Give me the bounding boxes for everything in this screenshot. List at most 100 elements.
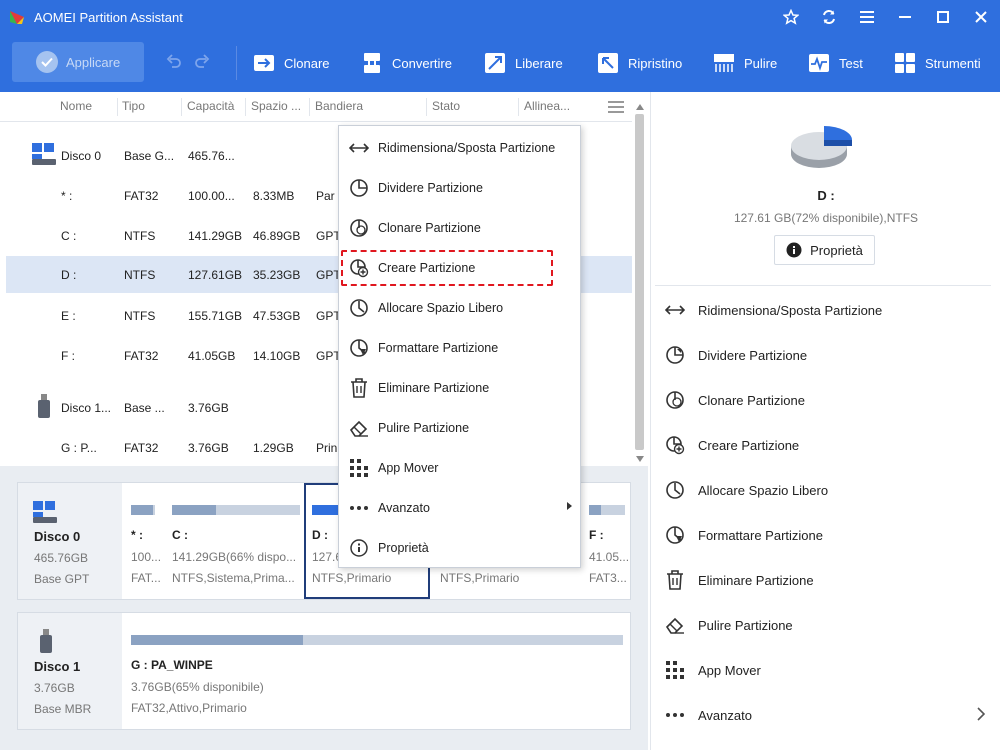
partition-label: G : PA_WINPE: [131, 658, 213, 672]
row-flag: GPT: [316, 309, 341, 323]
scrollbar-thumb[interactable]: [635, 114, 644, 450]
refresh-icon[interactable]: [810, 0, 848, 34]
disk1-info: Disco 1 3.76GB Base MBR: [18, 613, 122, 729]
menu-item-clone[interactable]: Clonare Partizione: [339, 208, 580, 248]
trash-icon: [665, 570, 685, 590]
minimize-icon[interactable]: [886, 0, 924, 34]
col-header-capacity[interactable]: Capacità: [187, 99, 234, 113]
toolbar-free-up-button[interactable]: Liberare: [484, 51, 563, 75]
col-header-status[interactable]: Stato: [432, 99, 460, 113]
toolbar: Applicare Clonare Convertire Liberare Ri…: [0, 34, 1000, 92]
scroll-up-icon[interactable]: [636, 104, 644, 110]
partition-block[interactable]: G : PA_WINPE 3.76GB(65% disponibile) FAT…: [123, 613, 631, 729]
usage-fill: [131, 505, 153, 515]
toolbar-convert-button[interactable]: Convertire: [361, 51, 452, 75]
app-logo-icon: [10, 11, 24, 24]
favorite-star-icon[interactable]: [772, 0, 810, 34]
menu-item-delete[interactable]: Eliminare Partizione: [339, 368, 580, 408]
toolbar-tools-label: Strumenti: [925, 55, 981, 71]
wipe-icon: [714, 54, 734, 72]
col-header-free[interactable]: Spazio ...: [251, 99, 301, 113]
op-split[interactable]: Dividere Partizione: [665, 343, 985, 367]
op-wipe[interactable]: Pulire Partizione: [665, 613, 985, 637]
apply-button[interactable]: Applicare: [12, 42, 144, 82]
highlight-dashed-box: [341, 250, 553, 286]
title-bar: AOMEI Partition Assistant: [0, 0, 1000, 34]
menu-item-wipe[interactable]: Pulire Partizione: [339, 408, 580, 448]
op-clone[interactable]: Clonare Partizione: [665, 388, 985, 412]
resize-icon: [665, 300, 685, 320]
row-capacity: 155.71GB: [188, 309, 243, 323]
vertical-scrollbar[interactable]: [632, 104, 648, 464]
disk-icon: [33, 501, 57, 523]
undo-icon[interactable]: [166, 53, 182, 69]
menu-icon[interactable]: [848, 0, 886, 34]
menu-item-app-mover[interactable]: App Mover: [339, 448, 580, 488]
properties-button[interactable]: Proprietà: [774, 235, 875, 265]
op-resize[interactable]: Ridimensiona/Sposta Partizione: [665, 298, 985, 322]
close-icon[interactable]: [962, 0, 1000, 34]
col-header-align[interactable]: Allinea...: [524, 99, 570, 113]
row-flag: Par: [316, 189, 335, 203]
op-create[interactable]: Creare Partizione: [665, 433, 985, 457]
op-delete[interactable]: Eliminare Partizione: [665, 568, 985, 592]
row-free: 14.10GB: [253, 349, 301, 363]
columns-menu-icon[interactable]: [608, 101, 624, 113]
partition-label: D :: [312, 528, 328, 542]
row-name: C :: [61, 229, 77, 243]
toolbar-clone-label: Clonare: [284, 55, 330, 71]
menu-item-allocate[interactable]: Allocare Spazio Libero: [339, 288, 580, 328]
row-flag: GPT: [316, 229, 341, 243]
maximize-icon[interactable]: [924, 0, 962, 34]
row-capacity: 127.61GB: [188, 268, 243, 282]
col-header-name[interactable]: Nome: [60, 99, 92, 113]
toolbar-recovery-label: Ripristino: [628, 55, 683, 71]
op-allocate[interactable]: Allocare Spazio Libero: [665, 478, 985, 502]
disk1-card[interactable]: Disco 1 3.76GB Base MBR G : PA_WINPE 3.7…: [17, 612, 631, 730]
disk0-name: Disco 0: [34, 529, 81, 544]
op-label: Formattare Partizione: [698, 527, 823, 543]
op-advanced[interactable]: Avanzato: [665, 703, 985, 727]
menu-item-label: Eliminare Partizione: [378, 381, 490, 395]
toolbar-test-button[interactable]: Test: [808, 51, 863, 75]
toolbar-wipe-button[interactable]: Pulire: [713, 51, 777, 75]
menu-item-properties[interactable]: Proprietà: [339, 528, 580, 568]
redo-icon[interactable]: [194, 53, 210, 69]
menu-item-advanced[interactable]: Avanzato: [339, 488, 580, 528]
toolbar-test-label: Test: [839, 55, 863, 71]
checkmark-icon: [36, 51, 58, 73]
op-format[interactable]: Formattare Partizione: [665, 523, 985, 547]
row-capacity: 3.76GB: [188, 401, 229, 415]
app-mover-icon: [665, 660, 685, 680]
split-icon: [349, 178, 369, 198]
menu-item-label: Clonare Partizione: [378, 221, 481, 235]
toolbar-clone-button[interactable]: Clonare: [253, 51, 330, 75]
op-label: Ridimensiona/Sposta Partizione: [698, 302, 883, 318]
partition-block[interactable]: C : 141.29GB(66% dispo... NTFS,Sistema,P…: [164, 483, 302, 599]
partition-block[interactable]: F : 41.05... FAT3...: [581, 483, 631, 599]
partition-detail: FAT3...: [589, 571, 627, 585]
menu-item-format[interactable]: Formattare Partizione: [339, 328, 580, 368]
op-app-mover[interactable]: App Mover: [665, 658, 985, 682]
row-type: FAT32: [124, 349, 159, 363]
disk-usage-pie-icon: [791, 126, 852, 168]
toolbar-tools-button[interactable]: Strumenti: [894, 51, 981, 75]
trash-icon: [349, 378, 369, 398]
menu-item-label: Pulire Partizione: [378, 421, 470, 435]
toolbar-separator: [236, 46, 237, 80]
clone-icon: [254, 55, 274, 71]
col-header-flag[interactable]: Bandiera: [315, 99, 363, 113]
menu-item-split[interactable]: Dividere Partizione: [339, 168, 580, 208]
partition-block[interactable]: * : 100.... FAT...: [123, 483, 163, 599]
toolbar-recovery-button[interactable]: Ripristino: [597, 51, 682, 75]
allocate-icon: [349, 298, 369, 318]
recovery-icon: [598, 53, 618, 73]
row-capacity: 3.76GB: [188, 441, 229, 455]
menu-item-label: Allocare Spazio Libero: [378, 301, 504, 315]
info-icon: [786, 242, 802, 258]
op-label: Clonare Partizione: [698, 392, 805, 408]
window-title: AOMEI Partition Assistant: [34, 9, 183, 25]
scroll-down-icon[interactable]: [636, 456, 644, 462]
menu-item-resize[interactable]: Ridimensiona/Sposta Partizione: [339, 128, 580, 168]
col-header-type[interactable]: Tipo: [122, 99, 145, 113]
